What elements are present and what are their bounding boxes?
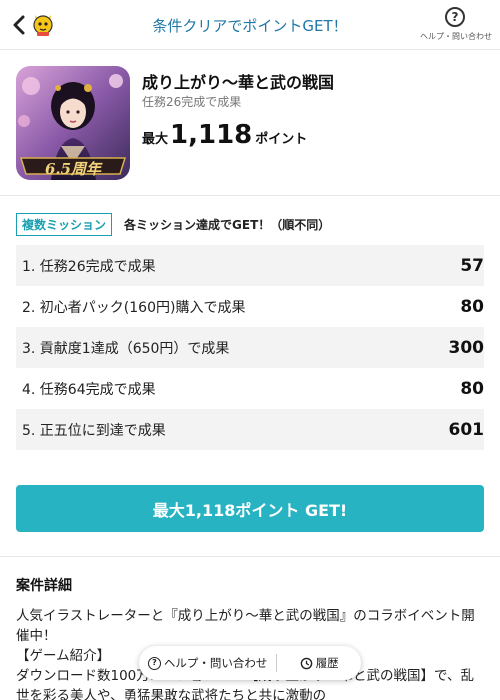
anniversary-badge: 6.5周年 [44,160,102,178]
help-contact-button[interactable]: ? ヘルプ・問い合わせ [420,7,492,42]
mission-label: 4. 任務64完成で成果 [22,381,156,398]
history-clock-icon [300,657,312,669]
max-points-prefix: 最大 [142,132,169,147]
help-contact-label: ヘルプ・問い合わせ [420,32,492,41]
details-line: 人気イラストレーターと『成り上がり〜華と武の戦国』のコラボイベント開催中！ [16,608,475,644]
mission-points: 601 [448,419,485,440]
get-points-button[interactable]: 最大1,118ポイント GET! [16,485,484,532]
mission-label: 2. 初心者パック(160円)購入で成果 [22,299,246,316]
mission-row: 5. 正五位に到達で成果 601 [16,409,484,450]
floating-help-button[interactable]: ? ヘルプ・問い合わせ [139,655,276,671]
mission-points: 57 [460,255,484,276]
mission-row: 4. 任務64完成で成果 80 [16,368,484,409]
floating-action-bar: ? ヘルプ・問い合わせ 履歴 [139,646,361,680]
campaign-subtitle: 任務26完成で成果 [142,95,242,109]
mission-label: 3. 貢献度1達成（650円）で成果 [22,340,230,357]
campaign-title: 成り上がり〜華と武の戦国 [142,73,335,92]
max-points-value: 1,118 [170,120,253,150]
section-divider [0,556,500,557]
mission-points: 80 [460,296,484,317]
campaign-summary: 6.5周年 成り上がり〜華と武の戦国 任務26完成で成果 最大 1,118 ポイ… [0,50,500,196]
campaign-thumbnail[interactable]: 6.5周年 [16,66,130,180]
details-title: 案件詳細 [16,578,72,594]
mission-note: 各ミッション達成でGET！（順不同） [124,218,331,232]
max-points: 最大 1,118 ポイント [142,120,307,150]
mission-header: 複数ミッション 各ミッション達成でGET！（順不同） [16,213,330,236]
mission-label: 1. 任務26完成で成果 [22,258,156,275]
history-button[interactable]: 履歴 [277,655,361,671]
top-header: 条件クリアでポイントGET！ ? ヘルプ・問い合わせ [0,0,500,50]
mission-list: 1. 任務26完成で成果 57 2. 初心者パック(160円)購入で成果 80 … [16,245,484,450]
question-circle-icon: ? [147,656,161,670]
floating-help-label: ヘルプ・問い合わせ [163,656,268,670]
multi-mission-badge: 複数ミッション [16,213,113,236]
mission-row: 3. 貢献度1達成（650円）で成果 300 [16,327,484,368]
question-circle-icon: ? [445,7,465,27]
mission-points: 300 [448,337,485,358]
mission-points: 80 [460,378,484,399]
max-points-unit: ポイント [255,132,308,147]
mission-row: 1. 任務26完成で成果 57 [16,245,484,286]
mission-label: 5. 正五位に到達で成果 [22,422,166,439]
history-label: 履歴 [315,656,339,670]
mission-row: 2. 初心者パック(160円)購入で成果 80 [16,286,484,327]
